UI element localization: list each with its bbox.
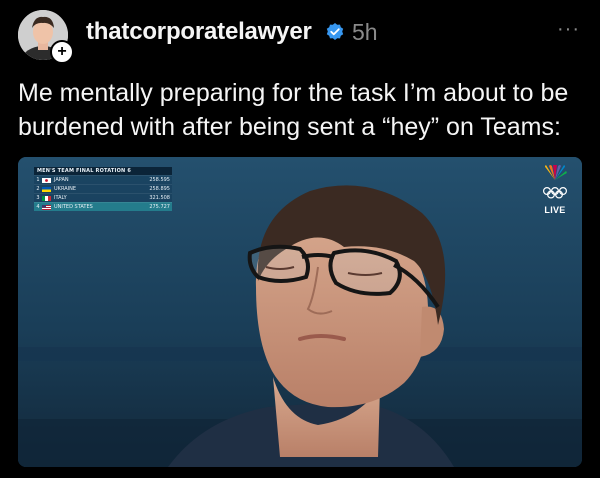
- olympic-rings-icon: [542, 186, 568, 199]
- scoreboard-rank: 2: [36, 186, 40, 192]
- scoreboard: MEN'S TEAM FINAL ROTATION 6 1 JAPAN 258.…: [34, 167, 172, 211]
- scoreboard-row: 3 ITALY 321.508: [34, 193, 172, 202]
- post-timestamp: 5h: [352, 19, 378, 45]
- scoreboard-country: ITALY: [54, 195, 67, 201]
- scoreboard-row: 2 UKRAINE 258.895: [34, 184, 172, 193]
- follow-plus-icon[interactable]: +: [50, 40, 74, 64]
- scoreboard-score: 275.727: [149, 204, 170, 210]
- scoreboard-row: 4 UNITED STATES 275.727: [34, 202, 172, 211]
- post-header: + thatcorporatelawyer 5h ···: [0, 0, 600, 72]
- post-media[interactable]: MEN'S TEAM FINAL ROTATION 6 1 JAPAN 258.…: [18, 157, 582, 467]
- scoreboard-rank: 1: [36, 177, 40, 183]
- usa-flag-icon: [42, 204, 51, 210]
- post-caption: Me mentally preparing for the task I’m a…: [18, 79, 569, 141]
- japan-flag-icon: [42, 177, 51, 183]
- live-label: LIVE: [544, 205, 566, 215]
- peacock-icon: [545, 164, 567, 180]
- scoreboard-score: 321.508: [149, 195, 170, 201]
- scoreboard-country: JAPAN: [54, 177, 69, 183]
- scoreboard-country: UNITED STATES: [54, 204, 93, 210]
- scoreboard-score: 258.595: [149, 177, 170, 183]
- italy-flag-icon: [42, 195, 51, 201]
- scoreboard-rank: 4: [36, 204, 40, 210]
- network-logo: LIVE: [538, 164, 572, 215]
- more-options-icon[interactable]: ···: [557, 18, 580, 41]
- scoreboard-country: UKRAINE: [54, 186, 77, 192]
- verified-badge-icon: [326, 23, 344, 40]
- username[interactable]: thatcorporatelawyer: [86, 18, 312, 46]
- scoreboard-title: MEN'S TEAM FINAL ROTATION 6: [34, 167, 172, 175]
- scoreboard-score: 258.895: [149, 186, 170, 192]
- avatar[interactable]: +: [18, 10, 74, 64]
- scoreboard-rank: 3: [36, 195, 40, 201]
- scoreboard-row: 1 JAPAN 258.595: [34, 175, 172, 184]
- ukraine-flag-icon: [42, 186, 51, 192]
